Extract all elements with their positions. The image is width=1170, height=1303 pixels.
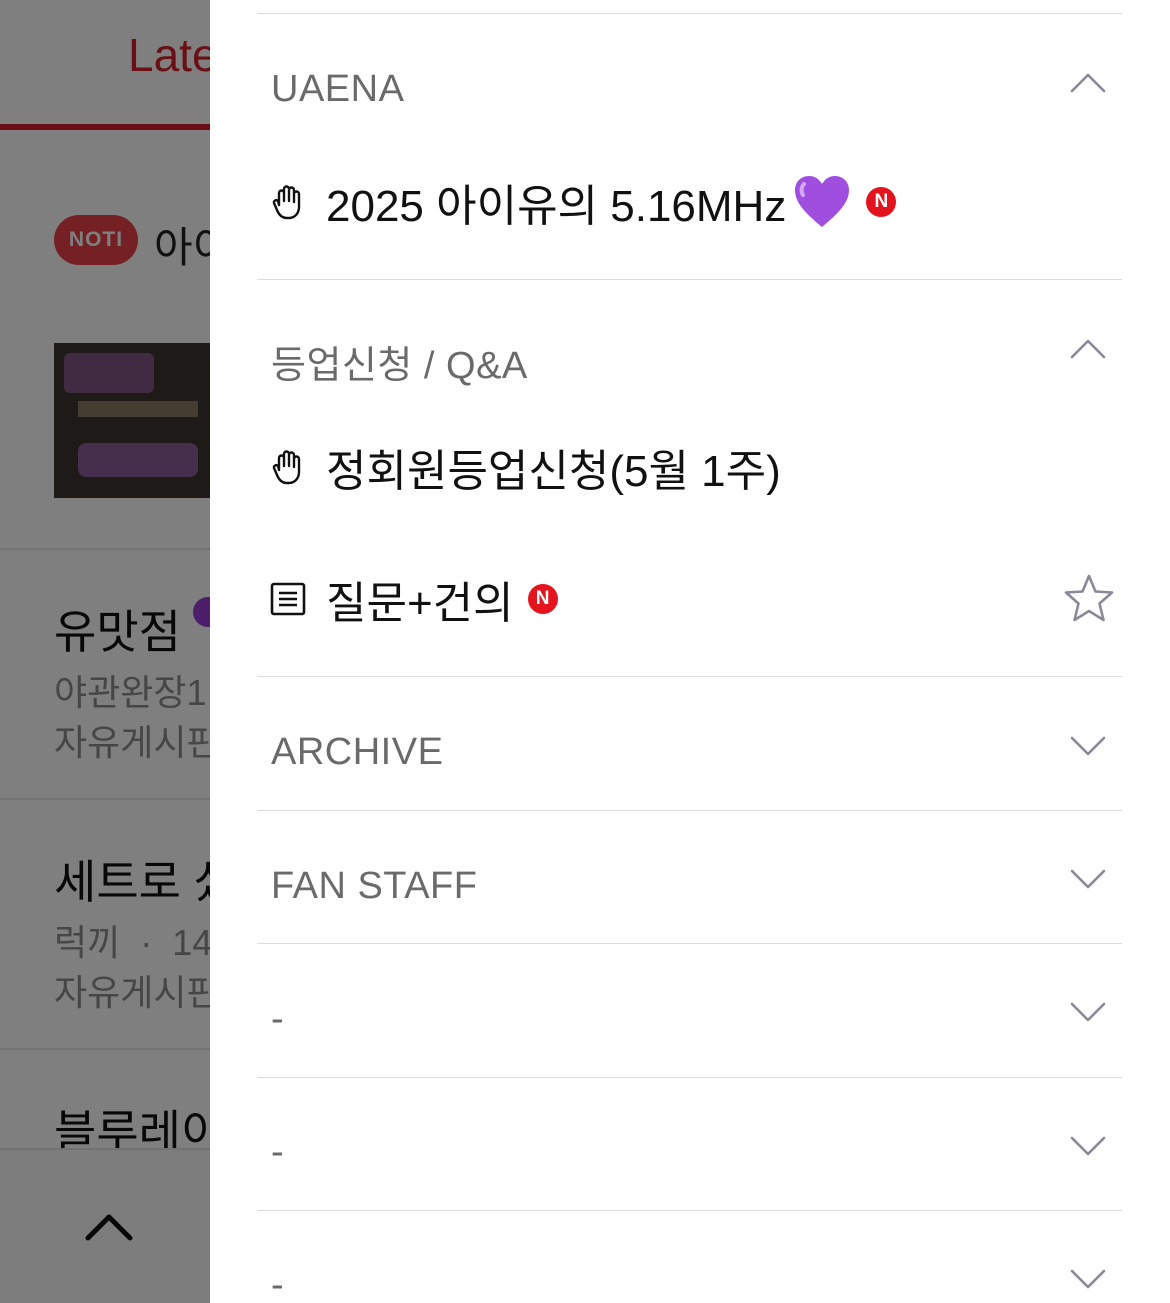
menu-item-label: 정회원등업신청(5월 1주) xyxy=(326,447,781,496)
chevron-down-icon[interactable] xyxy=(1070,867,1106,891)
divider xyxy=(257,1210,1122,1211)
chevron-down-icon[interactable] xyxy=(1070,1000,1106,1024)
side-drawer: UAENA 2025 아이유의 5.16MHz N 등업신청 / Q&A 정회원… xyxy=(210,0,1170,1303)
divider xyxy=(257,810,1122,811)
section-header-uaena[interactable]: UAENA xyxy=(271,68,404,111)
divider xyxy=(257,943,1122,944)
divider xyxy=(257,1077,1122,1078)
chevron-down-icon[interactable] xyxy=(1070,734,1106,758)
section-header-fan-staff[interactable]: FAN STAFF xyxy=(271,865,477,908)
section-header-archive[interactable]: ARCHIVE xyxy=(271,731,443,774)
menu-item-label: 질문+건의 xyxy=(326,579,514,628)
menu-item-levelup-request[interactable]: 정회원등업신청(5월 1주) xyxy=(268,437,781,497)
new-badge: N xyxy=(527,584,558,614)
section-header-dash-3[interactable]: - xyxy=(271,1264,284,1303)
section-header-levelup-qna[interactable]: 등업신청 / Q&A xyxy=(271,334,528,389)
chevron-down-icon[interactable] xyxy=(1070,1134,1106,1158)
board-icon xyxy=(268,579,308,619)
section-header-dash-2[interactable]: - xyxy=(271,1131,284,1174)
hand-icon xyxy=(268,182,308,222)
star-icon[interactable] xyxy=(1063,573,1115,623)
divider xyxy=(257,279,1122,280)
purple-heart-icon xyxy=(795,176,850,227)
chevron-up-icon[interactable] xyxy=(1070,337,1106,361)
divider xyxy=(257,13,1122,14)
divider xyxy=(257,676,1122,677)
menu-item-questions[interactable]: 질문+건의 N xyxy=(268,569,558,629)
section-header-dash-1[interactable]: - xyxy=(271,998,284,1041)
hand-icon xyxy=(268,447,308,487)
chevron-up-icon[interactable] xyxy=(1070,71,1106,95)
menu-item-label: 2025 아이유의 5.16MHz xyxy=(326,182,787,231)
chevron-down-icon[interactable] xyxy=(1070,1267,1106,1291)
menu-item-516mhz[interactable]: 2025 아이유의 5.16MHz N xyxy=(268,172,897,232)
new-badge: N xyxy=(866,187,897,217)
